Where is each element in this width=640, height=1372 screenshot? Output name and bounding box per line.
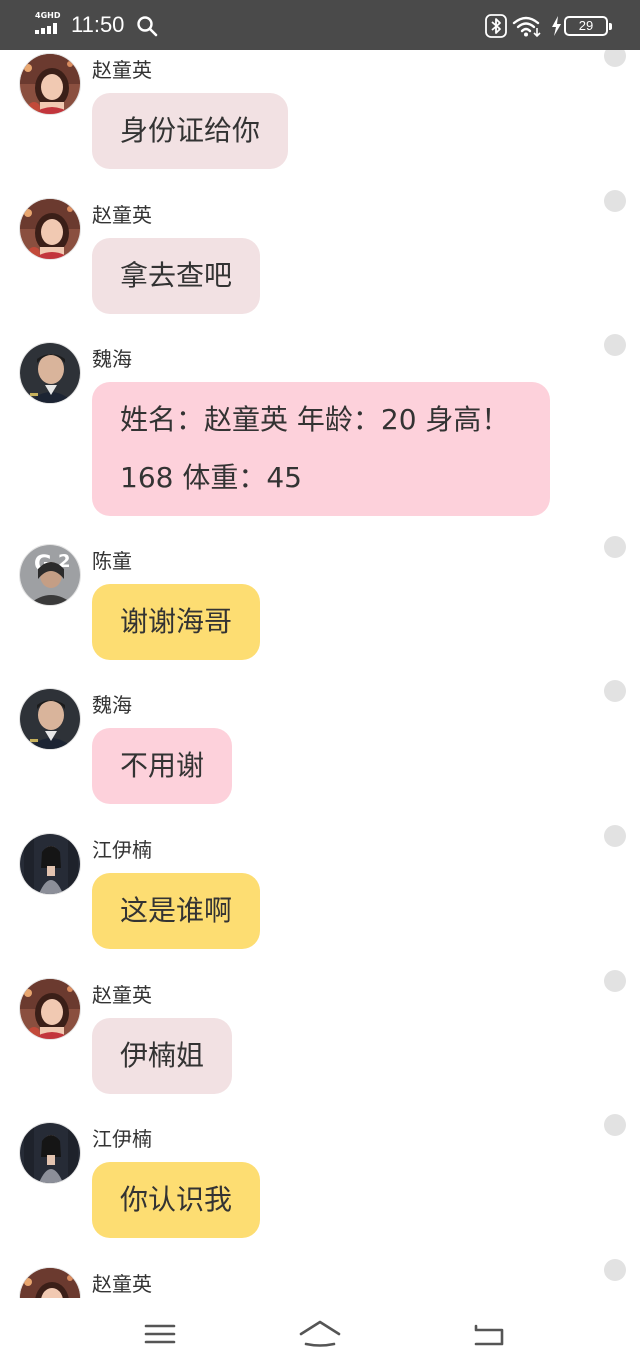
message-bubble[interactable]: 姓名：赵童英 年龄：20 身高！168 体重：45 (92, 382, 550, 516)
message-bubble[interactable]: 伊楠姐 (92, 1018, 233, 1094)
avatar[interactable] (19, 198, 81, 260)
search-icon (137, 16, 158, 37)
back-icon[interactable] (466, 1316, 510, 1352)
message-bubble[interactable]: 谢谢海哥 (92, 584, 261, 660)
network-type: 4GHD (35, 11, 61, 20)
status-bar: 4GHD 11:50 29 (0, 0, 640, 50)
message-bubble[interactable]: 拿去查吧 (92, 238, 261, 314)
avatar-zhao-image (20, 199, 80, 259)
avatar[interactable] (19, 978, 81, 1040)
battery-level: 29 (578, 18, 594, 33)
status-dot (604, 190, 626, 212)
status-dot (604, 1114, 626, 1136)
status-dot (604, 536, 626, 558)
status-dot (604, 50, 626, 67)
avatar[interactable] (19, 544, 81, 606)
menu-icon[interactable] (138, 1316, 182, 1352)
avatar[interactable] (19, 833, 81, 895)
chat-list[interactable]: G 2 赵童英 身份证给你 赵童英 拿去查吧 (0, 50, 640, 1298)
status-dot (604, 970, 626, 992)
message-bubble[interactable]: 身份证给你 (92, 93, 289, 169)
message-bubble[interactable]: 不用谢 (92, 728, 233, 804)
sender-name: 江伊楠 (92, 838, 152, 862)
sender-name: 魏海 (92, 347, 132, 371)
sender-name: 赵童英 (92, 203, 152, 227)
status-dot (604, 334, 626, 356)
bluetooth-icon (485, 14, 507, 38)
sender-name: 江伊楠 (92, 1127, 152, 1151)
sender-name: 赵童英 (92, 1272, 152, 1296)
avatar-zhao-image (20, 54, 80, 114)
avatar[interactable] (19, 342, 81, 404)
avatar-wei-image (20, 689, 80, 749)
sender-name: 魏海 (92, 693, 132, 717)
sender-name: 赵童英 (92, 58, 152, 82)
signal-icon: 4GHD (35, 11, 65, 37)
battery-icon: 29 (564, 16, 612, 36)
message-bubble[interactable]: 这是谁啊 (92, 873, 261, 949)
navigation-bar (0, 1298, 640, 1372)
status-dot (604, 680, 626, 702)
avatar[interactable] (19, 1122, 81, 1184)
wifi-icon (512, 16, 541, 38)
avatar-zhao-image (20, 979, 80, 1039)
avatar-chen-image (20, 545, 80, 605)
avatar[interactable] (19, 1267, 81, 1298)
avatar-wei-image (20, 343, 80, 403)
status-dot (604, 1259, 626, 1281)
home-icon[interactable] (298, 1316, 342, 1352)
sender-name: 陈童 (92, 549, 132, 573)
avatar[interactable] (19, 53, 81, 115)
status-time: 11:50 (71, 12, 125, 37)
avatar-jiang-image (20, 1123, 80, 1183)
status-dot (604, 825, 626, 847)
sender-name: 赵童英 (92, 983, 152, 1007)
avatar-zhao-image (20, 1268, 80, 1298)
avatar-jiang-image (20, 834, 80, 894)
avatar[interactable] (19, 688, 81, 750)
charging-icon (552, 16, 561, 36)
message-bubble[interactable]: 你认识我 (92, 1162, 261, 1238)
